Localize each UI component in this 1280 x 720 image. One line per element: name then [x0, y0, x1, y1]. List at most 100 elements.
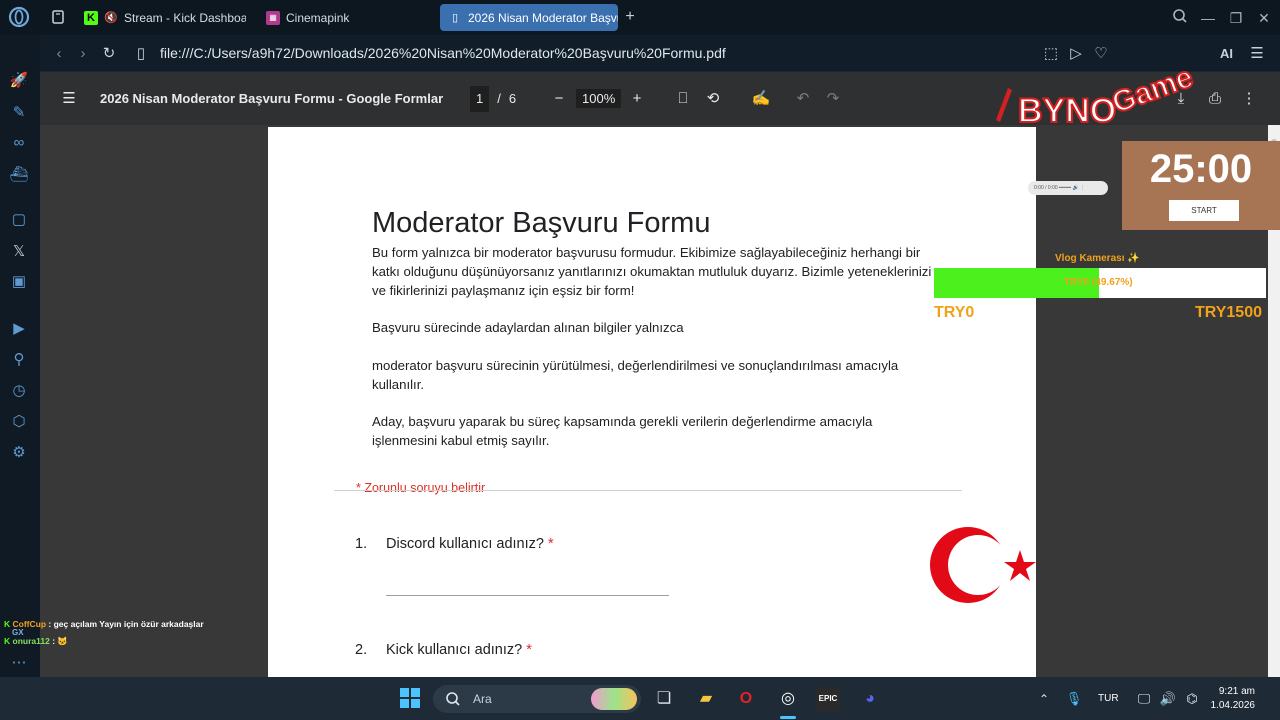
donation-goal-bar: TRY0 (49.67%)	[934, 268, 1266, 298]
chevron-up-icon[interactable]: ⌃	[1032, 687, 1056, 711]
x-twitter-icon[interactable]: 𝕏	[8, 241, 30, 263]
goal-title: Vlog Kamerası ✨	[1055, 253, 1140, 264]
gx-cleaner-icon[interactable]: ⛴	[8, 164, 30, 186]
form-paragraph: moderator başvuru sürecinin yürütülmesi,…	[372, 358, 899, 392]
form-paragraph: Başvuru sürecinde adaylardan alınan bilg…	[372, 320, 684, 335]
undo-icon[interactable]: ↶	[792, 88, 814, 110]
menu-icon[interactable]: ☰	[58, 88, 80, 110]
form-title: Moderator Başvuru Formu	[372, 207, 711, 239]
clock-date: 1.04.2026	[1210, 700, 1256, 711]
search-highlight-icon	[591, 688, 637, 710]
goal-max-label: TRY1500	[1195, 304, 1262, 321]
monitor-icon[interactable]: 🖵	[1132, 687, 1156, 711]
tab-label: Stream - Kick Dashboard	[124, 10, 246, 25]
zoom-in-button[interactable]: +	[626, 88, 648, 110]
kick-icon: K	[4, 619, 11, 629]
zoom-value: 100%	[576, 89, 622, 108]
pdf-page: Moderator Başvuru Formu Bu form yalnızca…	[268, 127, 1036, 678]
turkish-flag-emblem	[928, 524, 1038, 606]
chat-message: K CoffCup : geç açılam Yayın için özür a…	[4, 619, 204, 629]
goal-progress-text: TRY0 (49.67%)	[1064, 277, 1133, 288]
rotate-icon[interactable]: ⟲	[702, 88, 724, 110]
player-icon[interactable]: ▶	[8, 318, 30, 340]
pomodoro-timer: 25:00 START	[1122, 141, 1280, 230]
tab-cinemapink[interactable]: ▦ Cinemapink	[258, 4, 428, 31]
question-number: 1.	[355, 536, 368, 552]
answer-line	[386, 595, 669, 596]
new-tab-button[interactable]: +	[622, 8, 638, 26]
opera-icon[interactable]: O	[734, 687, 758, 711]
windows-start-icon[interactable]	[398, 687, 422, 711]
tab-sidebar-toggle-icon[interactable]	[50, 9, 66, 25]
restore-button[interactable]: ❐	[1226, 8, 1246, 28]
annotate-icon[interactable]: ✍	[750, 88, 772, 110]
timer-display: 25:00	[1149, 147, 1253, 191]
timer-start-button[interactable]: START	[1169, 200, 1239, 221]
back-icon[interactable]: ‹	[48, 43, 70, 65]
tab-label: 2026 Nisan Moderator Başvuru Formu	[468, 10, 618, 25]
chat-username: CoffCup	[12, 619, 47, 629]
file-explorer-icon[interactable]: ▰	[694, 687, 718, 711]
obs-icon[interactable]: ◎	[776, 687, 800, 711]
pin-icon[interactable]: ⚲	[8, 349, 30, 371]
volume-icon[interactable]: 🔊	[1156, 687, 1180, 711]
url-field[interactable]: file:///C:/Users/a9h72/Downloads/2026%20…	[160, 45, 726, 61]
discord-icon[interactable]: ◕	[858, 687, 882, 711]
muted-speaker-icon[interactable]: 🔇	[104, 11, 118, 25]
speed-dial-icon[interactable]: 🚀	[8, 70, 30, 92]
network-icon[interactable]: ⌬	[1180, 687, 1204, 711]
reload-icon[interactable]: ↻	[98, 43, 120, 65]
gx-controls-icon[interactable]: ∞	[8, 132, 30, 154]
chat-text: : 🐱	[49, 636, 68, 646]
chat-text: : geç açılam Yayın için özür arkadaşlar	[46, 619, 204, 629]
more-options-icon[interactable]: ⋮	[1238, 88, 1260, 110]
page-indicator: 1 / 6	[470, 86, 550, 112]
extensions-icon[interactable]: ⬡	[8, 411, 30, 433]
microphone-icon[interactable]: 🎙	[1062, 687, 1086, 711]
taskbar-search[interactable]: Ara	[433, 685, 641, 713]
twitch-icon[interactable]: ▢	[8, 209, 30, 231]
pdf-icon: ▯	[451, 12, 459, 24]
zoom-input[interactable]: 100%	[576, 88, 622, 110]
pin-tool-icon[interactable]: ✎	[8, 102, 30, 124]
form-paragraph: Aday, başvuru yaparak bu süreç kapsamınd…	[372, 414, 873, 448]
page-number-input[interactable]: 1	[470, 86, 490, 112]
question-number: 2.	[355, 642, 368, 658]
tab-label: Cinemapink	[286, 10, 350, 25]
tab-moderator-form[interactable]: ▯ 2026 Nisan Moderator Başvuru Formu	[440, 4, 618, 31]
more-icon[interactable]: ⋯	[8, 652, 30, 674]
app-icon[interactable]: ▣	[8, 271, 30, 293]
file-icon: ▯	[136, 45, 146, 62]
easy-setup-icon[interactable]: ☰	[1246, 43, 1268, 65]
question-kick: Kick kullanıcı adınız? *	[386, 642, 532, 658]
close-button[interactable]: ✕	[1254, 8, 1274, 28]
task-view-icon[interactable]: ❏	[652, 687, 676, 711]
redo-icon[interactable]: ↷	[822, 88, 844, 110]
fit-page-icon[interactable]: ⎕	[672, 88, 694, 110]
clock-time: 9:21 am	[1218, 686, 1255, 697]
language-indicator[interactable]: TUR	[1098, 693, 1119, 704]
tab-kick-dashboard[interactable]: K 🔇 Stream - Kick Dashboard	[76, 4, 246, 31]
form-description: Bu form yalnızca bir moderator başvurusu…	[372, 245, 932, 298]
browser-sidebar: 🚀 ✎ ∞ ⛴ ▢ 𝕏 ▣ ▶ ⚲ ◷ ⬡ ⚙ ⋯	[0, 35, 40, 677]
opera-gx-logo[interactable]	[8, 6, 30, 28]
mini-audio-player[interactable]: 0:00 / 0:00 ━━━━ 🔊 ⋮	[1028, 181, 1108, 195]
search-icon[interactable]	[1170, 8, 1190, 28]
chat-username: onura112	[12, 636, 50, 646]
settings-icon[interactable]: ⚙	[8, 442, 30, 464]
logo-text-game: Game	[1108, 60, 1198, 120]
total-pages: 6	[508, 91, 517, 106]
zoom-out-button[interactable]: −	[548, 88, 570, 110]
byno-game-logo: BYNO Game	[990, 30, 1230, 131]
kick-icon: K	[84, 10, 98, 25]
divider	[334, 490, 962, 491]
history-icon[interactable]: ◷	[8, 380, 30, 402]
chat-message: K onura112 : 🐱	[4, 636, 68, 647]
minimize-button[interactable]: —	[1198, 8, 1218, 28]
epic-games-icon[interactable]: EPIC	[816, 687, 840, 711]
cinema-icon: ▦	[266, 10, 280, 25]
required-note: * Zorunlu soruyu belirtir	[356, 481, 486, 495]
required-star: *	[548, 536, 554, 552]
forward-icon[interactable]: ›	[72, 43, 94, 65]
system-clock[interactable]: 9:21 am 1.04.2026	[1205, 685, 1256, 713]
